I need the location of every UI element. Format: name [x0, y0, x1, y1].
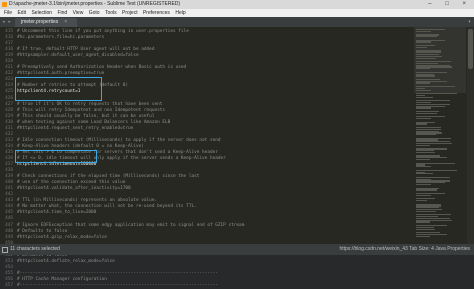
- minimap-row: [416, 30, 431, 32]
- minimap-row: [416, 144, 430, 146]
- minimap-row: [416, 151, 436, 154]
- minimap-row: [416, 68, 430, 70]
- menu-edit[interactable]: Edit: [17, 9, 26, 17]
- tab-close-icon[interactable]: ×: [64, 19, 67, 25]
- tab-label: jmeter.properties: [21, 19, 59, 25]
- minimap-row: [416, 89, 432, 91]
- menu-tools[interactable]: Tools: [105, 9, 117, 17]
- minimap-row: [416, 189, 437, 191]
- close-window-button[interactable]: ×: [462, 1, 472, 7]
- minimap-row: [416, 210, 436, 212]
- window-title: D:\apache-jmeter-3.1\bin\jmeter.properti…: [9, 1, 181, 7]
- minimap-row: [416, 82, 430, 84]
- menu-goto[interactable]: Goto: [89, 9, 100, 17]
- line-text[interactable]: #---------------------------------------…: [17, 283, 218, 289]
- editor-pane[interactable]: 415 # Uncomment this line if you put anyt…: [0, 27, 474, 288]
- minimap-row: [416, 41, 431, 43]
- minimap-row: [416, 36, 437, 38]
- sublime-text-icon: [2, 2, 7, 7]
- status-right: https://blog.csdn.net/weixin_43 Tab Size…: [339, 246, 470, 252]
- tab-jmeter-properties[interactable]: jmeter.properties ×: [15, 18, 78, 27]
- minimize-button[interactable]: –: [428, 1, 437, 7]
- minimap-row: [416, 166, 432, 168]
- menu-preferences[interactable]: Preferences: [143, 9, 170, 17]
- minimap-row: [416, 75, 436, 77]
- minimap-row: [416, 173, 433, 175]
- window-controls: – □ ×: [428, 0, 472, 9]
- minimap-row: [416, 183, 431, 186]
- code-line[interactable]: 457 #------------------------------------…: [0, 283, 410, 289]
- menu-view[interactable]: View: [73, 9, 84, 17]
- highlight-box-idletimeout: [15, 150, 97, 163]
- minimap-row: [416, 134, 436, 136]
- minimap-row: [416, 235, 430, 237]
- minimap-row: [416, 200, 427, 202]
- maximize-button[interactable]: □: [445, 1, 455, 7]
- minimap-row: [416, 112, 437, 114]
- minimap-row: [416, 159, 430, 161]
- highlight-box-retrycount: [15, 77, 102, 101]
- minimap-row: [416, 96, 433, 98]
- panel-toggle-icon[interactable]: [2, 247, 8, 253]
- minimap-row: [416, 123, 427, 125]
- menu-selection[interactable]: Selection: [31, 9, 52, 17]
- title-bar: D:\apache-jmeter-3.1\bin\jmeter.properti…: [0, 0, 474, 9]
- tab-nav-arrows-icon[interactable]: ◂ ▸: [2, 17, 11, 27]
- menu-project[interactable]: Project: [122, 9, 138, 17]
- menu-file[interactable]: File: [4, 9, 12, 17]
- minimap-row: [416, 228, 436, 230]
- status-bar: 11 characters selected https://blog.csdn…: [0, 244, 474, 255]
- minimap[interactable]: [414, 27, 466, 244]
- minimap-row: [416, 46, 427, 48]
- menu-help[interactable]: Help: [175, 9, 185, 17]
- minimap-row: [416, 194, 431, 196]
- tab-dropdown-icon[interactable]: ▾: [468, 17, 471, 27]
- menu-find[interactable]: Find: [57, 9, 67, 17]
- tab-bar: ◂ ▸ jmeter.properties × ▾: [0, 17, 474, 27]
- minimap-row: [416, 221, 430, 223]
- minimap-row: [416, 118, 431, 120]
- vertical-scrollbar[interactable]: [467, 27, 474, 244]
- scrollbar-thumb[interactable]: [468, 29, 473, 69]
- line-number: 457: [5, 282, 13, 288]
- minimap-lines: [416, 29, 457, 239]
- minimap-row: [416, 57, 436, 59]
- minimap-row: [416, 107, 431, 109]
- selection-status: 11 characters selected: [10, 246, 60, 252]
